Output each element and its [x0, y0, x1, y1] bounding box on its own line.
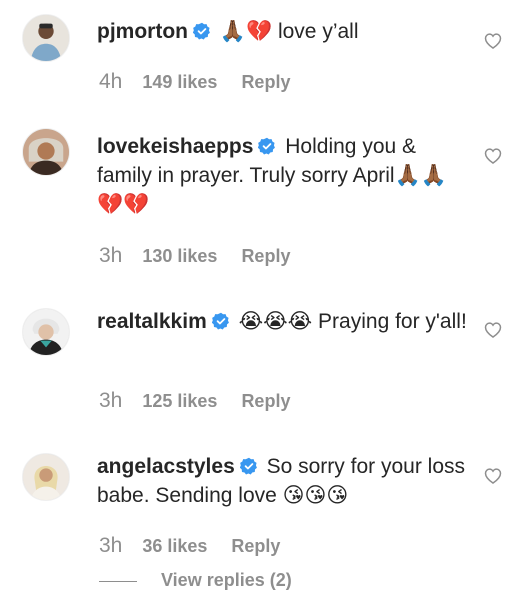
username[interactable]: realtalkkim: [97, 310, 207, 333]
comment-time[interactable]: 3h: [99, 244, 122, 267]
verified-badge-icon: [258, 137, 276, 155]
reply-button[interactable]: Reply: [241, 391, 290, 411]
replies-divider-line: [99, 581, 137, 582]
comment-time[interactable]: 4h: [99, 70, 122, 93]
comment-meta: 3h 130 likes Reply: [99, 244, 290, 268]
verified-badge-icon: [211, 312, 230, 330]
reply-button[interactable]: Reply: [231, 536, 280, 556]
like-heart-icon[interactable]: [483, 31, 503, 51]
comment-time[interactable]: 3h: [99, 389, 122, 412]
like-heart-icon[interactable]: [483, 466, 503, 486]
likes-count[interactable]: 149 likes: [142, 72, 217, 92]
comment-body: 🙏🏾💔 love y’all: [219, 20, 359, 43]
like-heart-icon[interactable]: [483, 146, 503, 166]
comment-text: angelacstyles So sorry for your loss bab…: [97, 452, 467, 510]
view-replies-label[interactable]: View replies (2): [161, 570, 292, 591]
likes-count[interactable]: 36 likes: [142, 536, 207, 556]
username[interactable]: pjmorton: [97, 20, 188, 43]
comment-time[interactable]: 3h: [99, 534, 122, 557]
comment-meta: 3h 36 likes Reply: [99, 534, 280, 558]
comment-text: realtalkkim 😭😭😭 Praying for y'all!: [97, 307, 467, 336]
view-replies-button[interactable]: View replies (2): [99, 568, 399, 598]
comment-body: 😭😭😭 Praying for y'all!: [238, 310, 467, 333]
comment-meta: 4h 149 likes Reply: [99, 70, 290, 94]
comment-text: lovekeishaepps Holding you & family in p…: [97, 132, 467, 219]
username[interactable]: lovekeishaepps: [97, 135, 253, 158]
reply-button[interactable]: Reply: [241, 246, 290, 266]
comment-meta: 3h 125 likes Reply: [99, 389, 290, 413]
avatar[interactable]: [22, 128, 70, 176]
like-heart-icon[interactable]: [483, 320, 503, 340]
comment-text: pjmorton 🙏🏾💔 love y’all: [97, 17, 467, 46]
avatar[interactable]: [22, 308, 70, 356]
reply-button[interactable]: Reply: [241, 72, 290, 92]
likes-count[interactable]: 130 likes: [142, 246, 217, 266]
username[interactable]: angelacstyles: [97, 455, 235, 478]
verified-badge-icon: [239, 457, 258, 475]
verified-badge-icon: [192, 22, 211, 40]
avatar[interactable]: [22, 453, 70, 501]
avatar[interactable]: [22, 14, 70, 62]
likes-count[interactable]: 125 likes: [142, 391, 217, 411]
